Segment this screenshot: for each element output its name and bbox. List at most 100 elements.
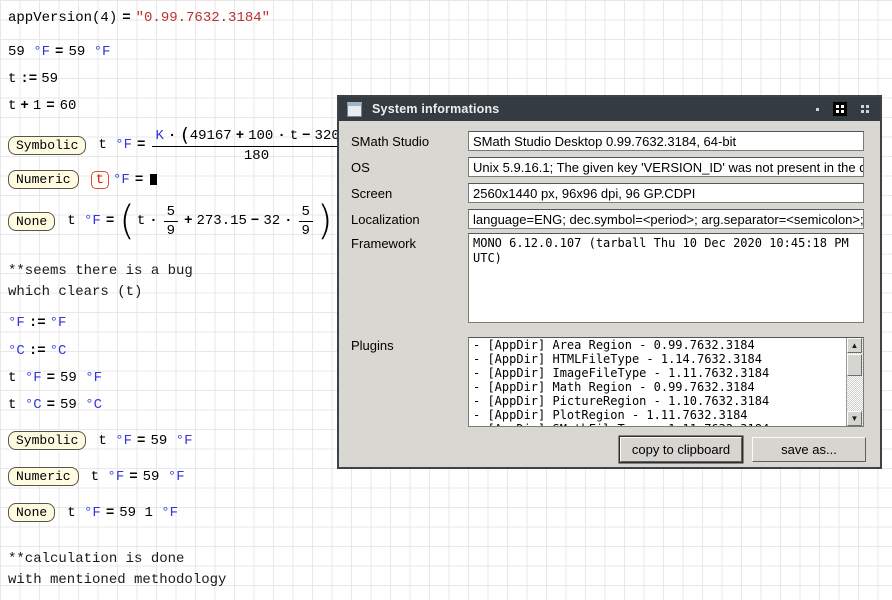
math-token: t xyxy=(98,137,115,153)
dialog-titlebar[interactable]: System informations xyxy=(339,97,880,121)
math-token: 59 xyxy=(60,370,85,386)
math-region-none-res[interactable]: Nonet °F=59 1 °F xyxy=(8,503,178,522)
optimization-badge[interactable]: None xyxy=(8,212,55,231)
math-region-numeric-eq[interactable]: Numeric t°F = xyxy=(8,170,157,189)
optimization-badge[interactable]: Numeric xyxy=(8,170,79,189)
error-highlight: t xyxy=(91,171,109,189)
localization-field[interactable]: language=ENG; dec.symbol=<period>; arg.s… xyxy=(468,209,864,229)
math-token: 59 xyxy=(8,44,33,60)
math-token: t xyxy=(67,213,84,229)
math-token: = xyxy=(137,433,145,449)
math-token: 59 xyxy=(143,469,168,485)
math-region-tc-eval[interactable]: t °C=59 °C xyxy=(8,397,102,413)
math-token: 59 1 xyxy=(119,505,161,521)
math-token: 1 xyxy=(33,98,41,114)
math-token: := xyxy=(29,343,46,359)
screen-field[interactable]: 2560x1440 px, 96x96 dpi, 96 GP.CDPI xyxy=(468,183,864,203)
fraction-denominator: 180 xyxy=(241,148,272,164)
text-region-bug-note[interactable]: **seems there is a bug which clears (t) xyxy=(8,261,193,303)
math-token: °F xyxy=(113,172,130,188)
math-token: = xyxy=(129,469,137,485)
math-token: − xyxy=(302,128,310,144)
fraction-bar xyxy=(164,221,178,222)
smath-version-field[interactable]: SMath Studio Desktop 0.99.7632.3184, 64-… xyxy=(468,131,864,151)
math-token: t xyxy=(8,397,25,413)
math-region-tf-eval[interactable]: t °F=59 °F xyxy=(8,370,102,386)
math-region-numeric-res[interactable]: Numerict °F=59 °F xyxy=(8,467,185,486)
scroll-down-icon[interactable]: ▼ xyxy=(847,411,862,426)
math-token: 100 xyxy=(248,128,273,144)
math-token: = xyxy=(137,137,145,153)
paren-group: (t·59+273.15−32·59) xyxy=(119,203,332,239)
math-token: = xyxy=(135,172,143,188)
plugins-list[interactable]: - [AppDir] Area Region - 0.99.7632.3184-… xyxy=(468,337,864,427)
math-token: °F xyxy=(33,44,50,60)
os-field[interactable]: Unix 5.9.16.1; The given key 'VERSION_ID… xyxy=(468,157,864,177)
fraction: 59 xyxy=(299,204,313,239)
math-token: 59 xyxy=(41,71,58,87)
math-token: + xyxy=(20,98,28,114)
framework-label: Framework xyxy=(351,236,416,251)
screen-label: Screen xyxy=(351,186,392,201)
math-region-symbolic-eq[interactable]: Symbolict °F=K·(49167+100·t−3200)180 xyxy=(8,126,363,164)
math-region-appversion[interactable]: appVersion(4)="0.99.7632.3184" xyxy=(8,10,270,26)
fraction-numerator: K·(49167+100·t−3200) xyxy=(152,126,360,145)
math-token: 59 xyxy=(68,44,93,60)
math-token: °F xyxy=(94,44,111,60)
math-token: t xyxy=(290,128,298,144)
plugin-item[interactable]: - [AppDir] Area Region - 0.99.7632.3184 xyxy=(469,338,863,352)
math-token: °F xyxy=(115,137,132,153)
framework-field[interactable]: MONO 6.12.0.107 (tarball Thu 10 Dec 2020… xyxy=(468,233,864,323)
paren-content: t·59+273.15−32·59 xyxy=(137,204,315,239)
math-token: °C xyxy=(25,397,42,413)
math-region-f-def[interactable]: °F:=°F xyxy=(8,315,66,331)
math-region-c-def[interactable]: °C:=°C xyxy=(8,343,66,359)
math-token: = xyxy=(122,10,130,26)
fraction-numerator: 5 xyxy=(299,204,313,220)
math-token: + xyxy=(184,213,192,229)
plugin-item[interactable]: - [AppDir] ImageFileType - 1.11.7632.318… xyxy=(469,366,863,380)
dialog-client-area: SMath Studio OS Screen Localization Fram… xyxy=(339,121,880,467)
math-token: = xyxy=(106,213,114,229)
copy-to-clipboard-button[interactable]: copy to clipboard xyxy=(620,437,742,462)
window-icon xyxy=(347,102,362,117)
math-token: "0.99.7632.3184" xyxy=(136,10,270,26)
fraction-numerator: 5 xyxy=(164,204,178,220)
save-as-button[interactable]: save as... xyxy=(752,437,866,462)
plugin-item[interactable]: - [AppDir] PictureRegion - 1.10.7632.318… xyxy=(469,394,863,408)
optimization-badge[interactable]: Symbolic xyxy=(8,431,86,450)
plugin-item[interactable]: - [AppDir] PlotRegion - 1.11.7632.3184 xyxy=(469,408,863,422)
math-token: 59 xyxy=(60,397,85,413)
math-token: 273.15 xyxy=(196,213,246,229)
maximize-icon[interactable] xyxy=(833,102,847,116)
math-token: °F xyxy=(50,315,67,331)
minimize-icon[interactable] xyxy=(813,105,822,114)
math-region-symbolic-res[interactable]: Symbolict °F=59 °F xyxy=(8,431,192,450)
os-label: OS xyxy=(351,160,370,175)
fraction-bar xyxy=(299,221,313,222)
math-token: · xyxy=(277,128,285,144)
plugin-item[interactable]: - [AppDir] SMathFileType - 1.11.7632.318… xyxy=(469,422,863,427)
math-token: t xyxy=(8,370,25,386)
math-region-t-plus-1[interactable]: t+1=60 xyxy=(8,98,76,114)
scroll-up-icon[interactable]: ▲ xyxy=(847,338,862,353)
math-token: t xyxy=(8,71,16,87)
localization-label: Localization xyxy=(351,212,420,227)
math-region-59f[interactable]: 59 °F = 59 °F xyxy=(8,44,110,60)
math-region-t-def[interactable]: t:=59 xyxy=(8,71,58,87)
math-token: t xyxy=(8,98,16,114)
math-token: = xyxy=(106,505,114,521)
optimization-badge[interactable]: None xyxy=(8,503,55,522)
plugins-scrollbar[interactable]: ▲ ▼ xyxy=(846,338,863,426)
optimization-badge[interactable]: Symbolic xyxy=(8,136,86,155)
math-region-none-eq[interactable]: Nonet °F=(t·59+273.15−32·59) K xyxy=(8,203,349,239)
math-token: := xyxy=(20,71,37,87)
math-token: = xyxy=(55,44,63,60)
plugin-item[interactable]: - [AppDir] HTMLFileType - 1.14.7632.3184 xyxy=(469,352,863,366)
math-token: 59 xyxy=(150,433,175,449)
scrollbar-thumb[interactable] xyxy=(847,354,862,376)
close-icon[interactable] xyxy=(858,102,872,116)
plugin-item[interactable]: - [AppDir] Math Region - 0.99.7632.3184 xyxy=(469,380,863,394)
text-region-calc-note[interactable]: **calculation is done with mentioned met… xyxy=(8,549,226,591)
optimization-badge[interactable]: Numeric xyxy=(8,467,79,486)
